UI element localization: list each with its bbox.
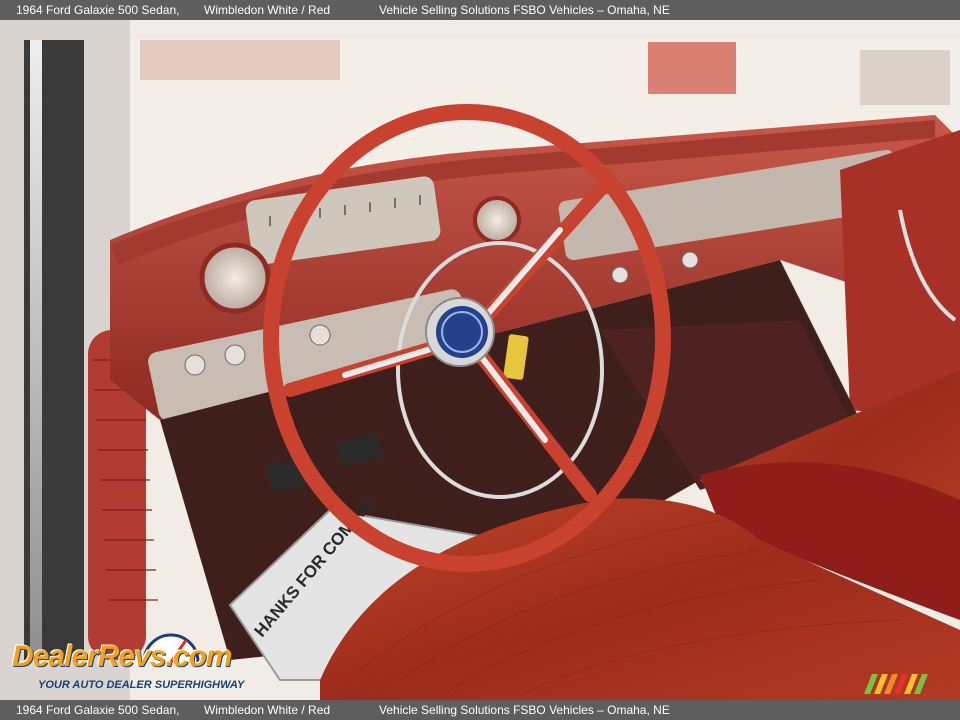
background-machinery [140, 40, 340, 80]
car-interior-photo: HANKS FOR COMING [0, 20, 960, 700]
caption-bar-bottom: 1964 Ford Galaxie 500 Sedan, Wimbledon W… [0, 700, 960, 720]
dealerrevs-watermark: DealerRevs.com YOUR AUTO DEALER SUPERHIG… [12, 622, 272, 694]
right-door-panel [840, 130, 960, 420]
caption-dealer-bottom: Vehicle Selling Solutions FSBO Vehicles … [379, 703, 670, 717]
right-gauge [473, 196, 521, 244]
caption-color: Wimbledon White / Red [204, 3, 331, 17]
a-pillar-chrome [30, 40, 42, 660]
caption-vehicle-bottom: 1964 Ford Galaxie 500 Sedan, [16, 703, 180, 717]
caption-bar-top: 1964 Ford Galaxie 500 Sedan, Wimbledon W… [0, 0, 960, 20]
caption-dealer: Vehicle Selling Solutions FSBO Vehicles … [379, 3, 670, 17]
horn-button-emblem [436, 306, 488, 358]
car-interior-illustration: HANKS FOR COMING [0, 20, 960, 700]
caption-vehicle: 1964 Ford Galaxie 500 Sedan, [16, 3, 180, 17]
caption-color-bottom: Wimbledon White / Red [204, 703, 331, 717]
left-gauge [199, 242, 271, 314]
watermark-tagline: YOUR AUTO DEALER SUPERHIGHWAY [38, 679, 245, 691]
stripes-logo-icon [864, 674, 928, 694]
background-equipment [860, 50, 950, 105]
watermark-logo-text: DealerRevs.com [12, 640, 232, 673]
background-red-vehicle [648, 42, 736, 94]
